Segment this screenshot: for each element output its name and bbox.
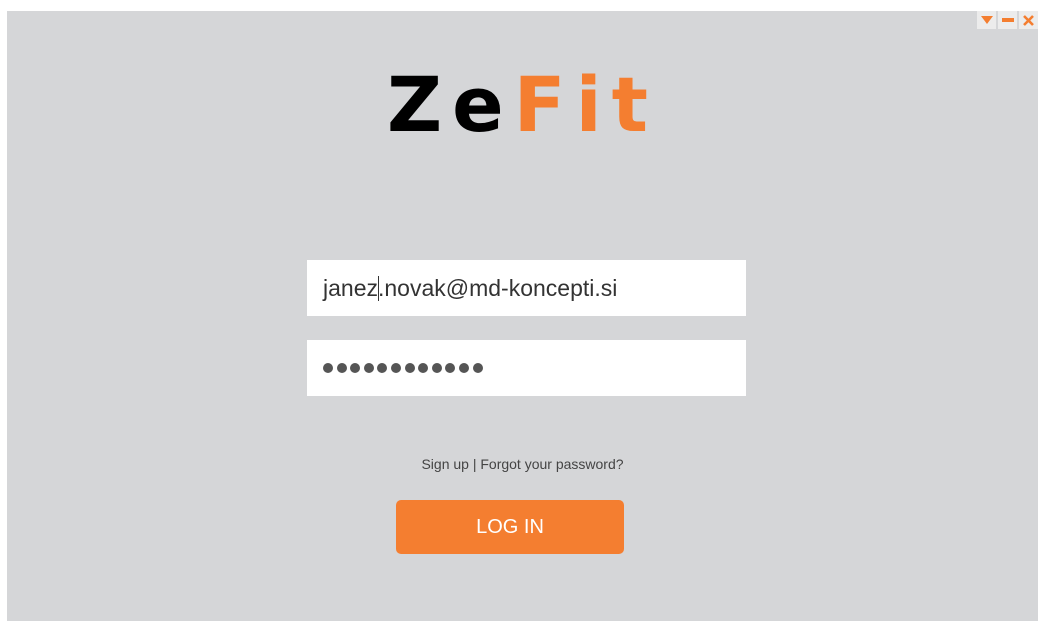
- password-dot: [458, 363, 469, 373]
- password-dot: [363, 363, 374, 373]
- password-dot: [336, 363, 347, 373]
- password-mask: [323, 363, 483, 373]
- close-icon[interactable]: [1019, 11, 1038, 29]
- login-window: ZeFit janez .novak@md-koncepti.si Sign up…: [7, 11, 1038, 621]
- password-dot: [472, 363, 483, 373]
- forgot-password-link[interactable]: Forgot your password?: [480, 456, 623, 472]
- password-dot: [350, 363, 361, 373]
- password-dot: [445, 363, 456, 373]
- password-dot: [323, 363, 333, 373]
- password-dot: [377, 363, 388, 373]
- password-dot: [431, 363, 442, 373]
- logo-text-accent: Fit: [513, 60, 658, 149]
- window-controls: [977, 11, 1038, 29]
- password-dot: [404, 363, 415, 373]
- account-links: Sign up | Forgot your password?: [7, 456, 1038, 472]
- email-text-before-caret: janez: [323, 274, 378, 301]
- signup-link[interactable]: Sign up: [421, 456, 468, 472]
- password-field[interactable]: [307, 340, 746, 396]
- minimize-icon[interactable]: [998, 11, 1017, 29]
- password-dot: [390, 363, 401, 373]
- login-button[interactable]: LOG IN: [396, 500, 624, 554]
- email-text-after-caret: .novak@md-koncepti.si: [377, 274, 618, 301]
- email-field[interactable]: janez .novak@md-koncepti.si: [307, 260, 746, 316]
- logo-text-dark: Ze: [387, 60, 514, 149]
- link-separator: |: [472, 456, 477, 472]
- login-button-label: LOG IN: [476, 515, 544, 538]
- dropdown-arrow-icon[interactable]: [977, 11, 996, 29]
- password-dot: [418, 363, 429, 373]
- app-logo: ZeFit: [7, 67, 1038, 143]
